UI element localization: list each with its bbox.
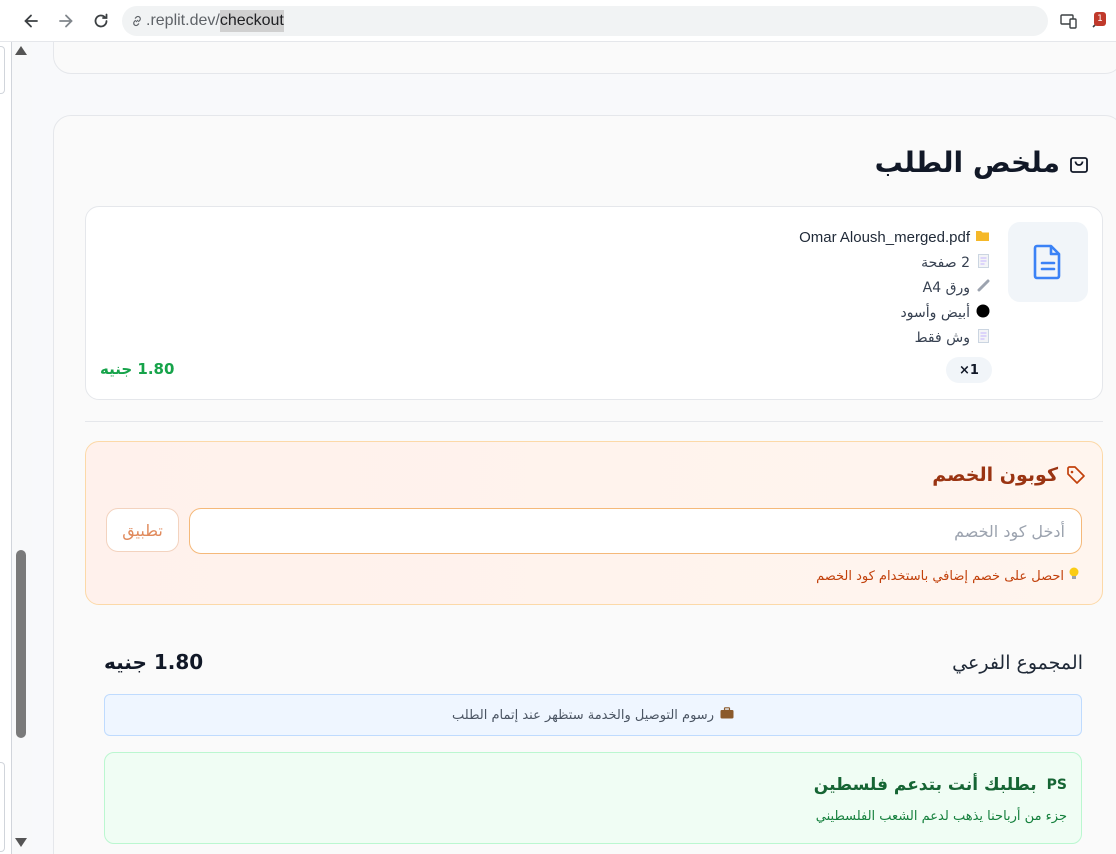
- order-summary-title: ملخص الطلب: [874, 146, 1060, 179]
- extension-icon[interactable]: 1: [1088, 10, 1110, 32]
- extension-badge: 1: [1094, 12, 1106, 26]
- coupon-hint: احصل على خصم إضافي باستخدام كود الخصم: [816, 567, 1080, 585]
- order-summary-card: ملخص الطلب Omar Aloush_merged.pdf 2 صفحة: [53, 115, 1116, 854]
- browser-toolbar: .replit.dev/checkout 1: [0, 0, 1116, 42]
- lightbulb-icon: [1068, 567, 1080, 585]
- print-sides: وش فقط: [914, 329, 970, 346]
- ruler-icon: [976, 279, 990, 296]
- palestine-subtitle: جزء من أرباحنا يذهب لدعم الشعب الفلسطيني: [815, 809, 1067, 824]
- link-icon: [133, 15, 141, 27]
- scroll-up-arrow-icon[interactable]: [15, 46, 27, 55]
- folder-icon: [976, 229, 990, 246]
- black-circle-icon: [976, 304, 990, 322]
- order-item-card: Omar Aloush_merged.pdf 2 صفحة ورق A4 أبي…: [85, 206, 1103, 400]
- coupon-hint-text: احصل على خصم إضافي باستخدام كود الخصم: [816, 568, 1064, 584]
- shopping-bag-icon: [1070, 156, 1088, 173]
- coupon-section: كوبون الخصم أدخل كود الخصم تطبيق احصل عل…: [85, 441, 1103, 605]
- color-mode: أبيض وأسود: [900, 304, 970, 321]
- ps-badge: PS: [1046, 777, 1067, 793]
- palestine-support-banner: PS بطلبك أنت بتدعم فلسطين جزء من أرباحنا…: [104, 752, 1082, 844]
- address-bar[interactable]: .replit.dev/checkout: [122, 6, 1048, 36]
- url-path: checkout: [219, 10, 284, 32]
- item-price: 1.80 جنيه: [100, 360, 175, 378]
- color-mode-row: أبيض وأسود: [799, 300, 990, 325]
- divider: [85, 421, 1103, 422]
- back-arrow-icon[interactable]: [19, 9, 43, 33]
- previous-section-card: [53, 42, 1116, 74]
- url-host: .replit.dev/: [146, 12, 220, 29]
- order-summary-heading: ملخص الطلب: [875, 146, 1090, 179]
- palestine-heading: PS بطلبك أنت بتدعم فلسطين: [814, 775, 1067, 795]
- coupon-code-input[interactable]: أدخل كود الخصم: [189, 508, 1082, 554]
- pages-count: 2 صفحة: [921, 254, 970, 271]
- devices-icon[interactable]: [1058, 10, 1080, 32]
- briefcase-icon: [720, 707, 734, 723]
- file-name-row: Omar Aloush_merged.pdf: [799, 225, 990, 250]
- scrollbar-thumb[interactable]: [16, 550, 26, 738]
- subtotal-label: المجموع الفرعي: [952, 652, 1083, 674]
- palestine-title: بطلبك أنت بتدعم فلسطين: [813, 775, 1037, 795]
- quantity-badge: ×1: [946, 357, 992, 383]
- forward-arrow-icon[interactable]: [54, 9, 78, 33]
- paper-row: ورق A4: [799, 275, 990, 300]
- coupon-heading: كوبون الخصم: [932, 464, 1086, 486]
- page-icon: [976, 328, 990, 347]
- page-icon: [976, 253, 990, 272]
- tag-icon: [1067, 466, 1085, 484]
- side-panel-gutter: [0, 42, 12, 854]
- checkout-page: ملخص الطلب Omar Aloush_merged.pdf 2 صفحة: [32, 42, 1116, 854]
- paper-size: ورق A4: [922, 279, 970, 296]
- subtotal-value: 1.80 جنيه: [104, 650, 204, 674]
- coupon-title: كوبون الخصم: [932, 464, 1058, 486]
- side-panel-handle[interactable]: [0, 46, 5, 94]
- pages-row: 2 صفحة: [799, 250, 990, 275]
- fees-notice-text: رسوم التوصيل والخدمة ستظهر عند إتمام الط…: [452, 707, 714, 723]
- file-thumbnail: [1008, 222, 1088, 302]
- side-panel-handle-lower[interactable]: [0, 762, 5, 852]
- apply-coupon-button[interactable]: تطبيق: [106, 508, 179, 552]
- reload-icon[interactable]: [89, 9, 113, 33]
- item-details: Omar Aloush_merged.pdf 2 صفحة ورق A4 أبي…: [799, 225, 990, 350]
- document-icon: [1033, 244, 1061, 280]
- scroll-down-arrow-icon[interactable]: [15, 838, 27, 847]
- file-name: Omar Aloush_merged.pdf: [799, 229, 970, 246]
- sides-row: وش فقط: [799, 325, 990, 350]
- fees-notice: رسوم التوصيل والخدمة ستظهر عند إتمام الط…: [104, 694, 1082, 736]
